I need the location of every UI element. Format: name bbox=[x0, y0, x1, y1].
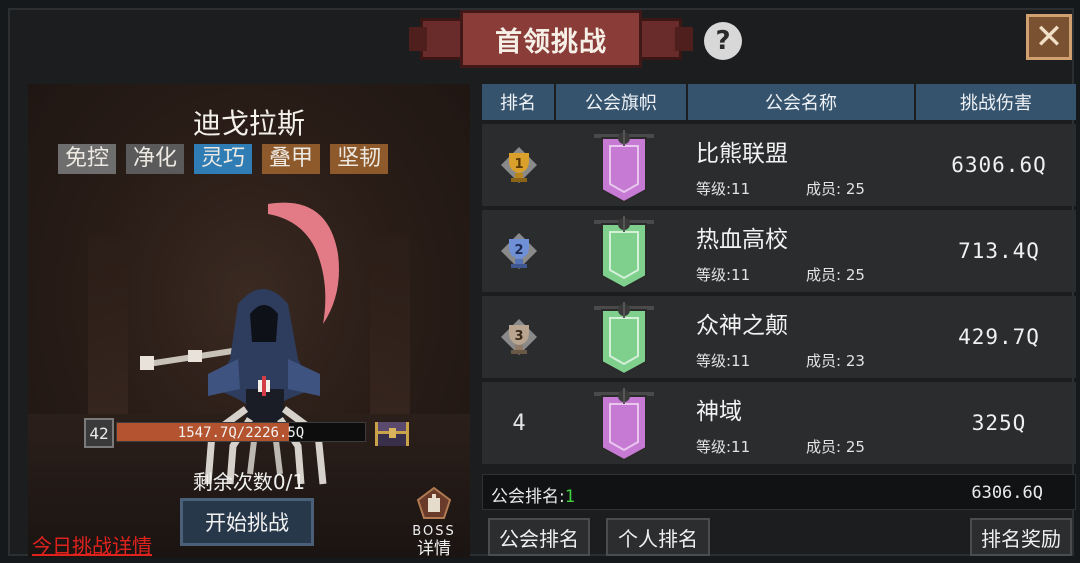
rank-cell: 2 bbox=[482, 210, 556, 292]
boss-tag[interactable]: 免控 bbox=[58, 144, 117, 174]
boss-level: 42 bbox=[89, 423, 109, 443]
ranking-table-header: 排名 公会旗帜 公会名称 挑战伤害 bbox=[482, 84, 1076, 120]
table-row[interactable]: 2 热血高校 等级:11 成员: 25 713.4Q bbox=[482, 210, 1076, 292]
guild-members: 成员: 23 bbox=[806, 352, 865, 370]
rank-number: 1 bbox=[514, 157, 523, 172]
column-header-guild-name: 公会名称 bbox=[688, 84, 916, 120]
silver-trophy-icon: 2 bbox=[501, 233, 537, 269]
column-header-damage: 挑战伤害 bbox=[916, 84, 1076, 120]
ranking-table-body: 1 比熊联盟 等级:11 成员: 25 6306.6Q 2 热血高校 等级:11… bbox=[482, 124, 1076, 468]
rank-cell: 1 bbox=[482, 124, 556, 206]
boss-sprite bbox=[140, 202, 339, 485]
boss-hp-text: 1547.7Q/2226.5Q bbox=[177, 425, 305, 441]
column-header-banner: 公会旗帜 bbox=[556, 84, 688, 120]
boss-detail-sublabel: 详情 bbox=[417, 539, 451, 558]
title-banner: 首领挑战 bbox=[409, 10, 693, 68]
guild-members: 成员: 25 bbox=[806, 180, 865, 198]
question-mark-icon[interactable]: ? bbox=[704, 22, 742, 60]
guild-level: 等级:11 bbox=[696, 438, 751, 456]
page-title: 首领挑战 bbox=[495, 26, 607, 58]
my-guild-rank-value: 1 bbox=[564, 487, 575, 507]
my-guild-damage: 6306.6Q bbox=[971, 483, 1043, 503]
guild-rank-button[interactable]: 公会排名 bbox=[488, 518, 590, 556]
guild-level: 等级:11 bbox=[696, 352, 751, 370]
boss-hp-bar: 1547.7Q/2226.5Q bbox=[116, 422, 366, 442]
rank-number: 3 bbox=[514, 329, 523, 344]
guild-damage: 325Q bbox=[971, 411, 1027, 435]
guild-damage: 429.7Q bbox=[958, 325, 1040, 349]
personal-rank-button[interactable]: 个人排名 bbox=[606, 518, 710, 556]
treasure-chest-icon[interactable] bbox=[372, 414, 412, 448]
guild-banner-icon bbox=[594, 302, 654, 376]
gold-trophy-icon: 1 bbox=[501, 147, 537, 183]
table-row[interactable]: 4 神域 等级:11 成员: 25 325Q bbox=[482, 382, 1076, 464]
boss-level-badge: 42 bbox=[84, 418, 114, 448]
rank-cell: 4 bbox=[482, 382, 556, 464]
my-guild-rank-label-row: 公会排名:1 bbox=[491, 482, 575, 507]
my-guild-rank-label: 公会排名: bbox=[491, 487, 565, 507]
boss-emblem-icon bbox=[416, 486, 452, 519]
boss-tag[interactable]: 坚韧 bbox=[330, 144, 389, 174]
guild-damage: 713.4Q bbox=[958, 239, 1040, 263]
guild-banner-icon bbox=[594, 130, 654, 204]
guild-banner-icon bbox=[594, 388, 654, 462]
close-icon: ✕ bbox=[1034, 17, 1064, 57]
rank-cell: 3 bbox=[482, 296, 556, 378]
guild-name: 热血高校 bbox=[696, 227, 788, 253]
guild-banner-icon bbox=[594, 216, 654, 290]
guild-name: 神域 bbox=[696, 399, 742, 425]
guild-level: 等级:11 bbox=[696, 180, 751, 198]
ranking-panel: 排名 公会旗帜 公会名称 挑战伤害 1 比熊联盟 等级:11 成员: 25 63… bbox=[482, 84, 1076, 464]
close-button[interactable]: ✕ bbox=[1026, 14, 1072, 60]
rank-number: 2 bbox=[514, 243, 523, 258]
guild-members: 成员: 25 bbox=[806, 438, 865, 456]
boss-details-button[interactable]: BOSS 详情 bbox=[404, 486, 464, 558]
boss-tag[interactable]: 叠甲 bbox=[262, 144, 321, 174]
boss-tag[interactable]: 灵巧 bbox=[194, 144, 253, 174]
bronze-trophy-icon: 3 bbox=[501, 319, 537, 355]
column-header-rank: 排名 bbox=[482, 84, 556, 120]
table-row[interactable]: 3 众神之颠 等级:11 成员: 23 429.7Q bbox=[482, 296, 1076, 378]
my-guild-rank-bar: 公会排名:1 6306.6Q bbox=[482, 474, 1076, 510]
rank-reward-button[interactable]: 排名奖励 bbox=[970, 518, 1072, 556]
title-plate: 首领挑战 bbox=[460, 10, 642, 68]
guild-name: 众神之颠 bbox=[696, 313, 788, 339]
table-row[interactable]: 1 比熊联盟 等级:11 成员: 25 6306.6Q bbox=[482, 124, 1076, 206]
boss-hp-row: 42 1547.7Q/2226.5Q bbox=[84, 418, 424, 448]
today-challenge-details-link[interactable]: 今日挑战详情 bbox=[32, 530, 152, 558]
guild-level: 等级:11 bbox=[696, 266, 751, 284]
boss-tag[interactable]: 净化 bbox=[126, 144, 185, 174]
guild-damage: 6306.6Q bbox=[951, 153, 1047, 177]
guild-members: 成员: 25 bbox=[806, 266, 865, 284]
boss-panel: 迪戈拉斯 免控 净化 灵巧 叠甲 坚韧 42 1547.7Q/2226.5Q 剩… bbox=[28, 84, 470, 558]
boss-name: 迪戈拉斯 bbox=[192, 107, 305, 140]
guild-name: 比熊联盟 bbox=[696, 141, 788, 167]
start-challenge-button[interactable]: 开始挑战 bbox=[180, 498, 314, 546]
rank-number: 4 bbox=[512, 410, 526, 436]
boss-detail-label: BOSS bbox=[412, 524, 456, 539]
boss-tags: 免控 净化 灵巧 叠甲 坚韧 bbox=[58, 144, 389, 174]
